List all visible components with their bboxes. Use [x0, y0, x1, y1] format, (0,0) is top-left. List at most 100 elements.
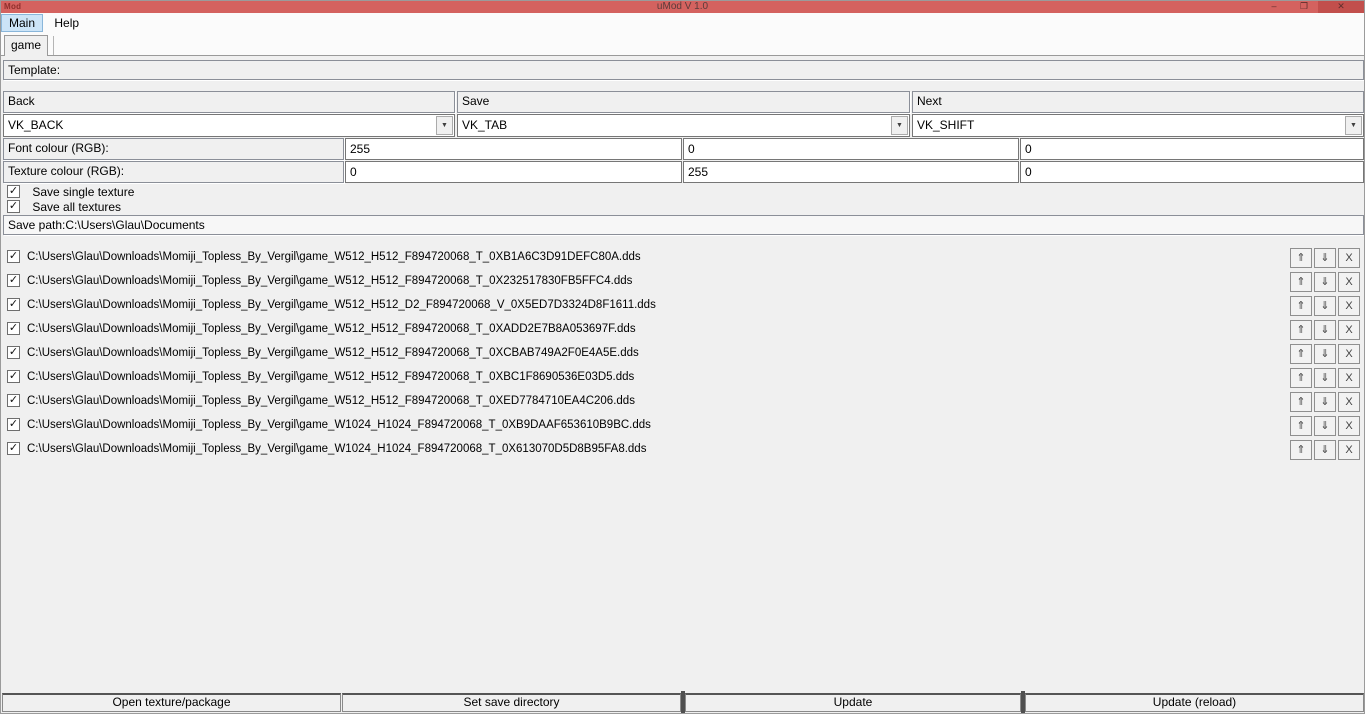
set-save-directory-button[interactable]: Set save directory	[342, 693, 681, 712]
remove-icon[interactable]: X	[1338, 368, 1360, 388]
back-key-value: VK_BACK	[8, 118, 63, 132]
open-texture-package-button[interactable]: Open texture/package	[2, 693, 341, 712]
save-key-value: VK_TAB	[462, 118, 507, 132]
remove-icon[interactable]: X	[1338, 392, 1360, 412]
font-colour-b-input[interactable]	[1020, 138, 1364, 160]
save-path-box: Save path:C:\Users\Glau\Documents	[3, 215, 1364, 235]
texture-path: C:\Users\Glau\Downloads\Momiji_Topless_B…	[27, 395, 635, 407]
texture-path: C:\Users\Glau\Downloads\Momiji_Topless_B…	[27, 323, 636, 335]
title-bar: Mod uMod V 1.0 – ❐ ✕	[1, 1, 1364, 13]
texture-path: C:\Users\Glau\Downloads\Momiji_Topless_B…	[27, 251, 641, 263]
save-single-texture-label: Save single texture	[32, 185, 134, 199]
remove-icon[interactable]: X	[1338, 248, 1360, 268]
texture-row: ✓ C:\Users\Glau\Downloads\Momiji_Topless…	[1, 390, 1364, 414]
menu-item-help[interactable]: Help	[46, 14, 87, 32]
menu-item-main[interactable]: Main	[1, 14, 43, 32]
back-key-select[interactable]: VK_BACK ▼	[3, 114, 455, 137]
move-up-icon[interactable]: ⇑	[1290, 320, 1312, 340]
checkbox-checked-icon[interactable]: ✓	[7, 442, 20, 455]
checkbox-checked-icon[interactable]: ✓	[7, 250, 20, 263]
texture-row: ✓ C:\Users\Glau\Downloads\Momiji_Topless…	[1, 318, 1364, 342]
save-all-textures-option: ✓ Save all textures	[7, 200, 121, 214]
save-single-texture-option: ✓ Save single texture	[7, 185, 134, 199]
move-down-icon[interactable]: ⇓	[1314, 296, 1336, 316]
move-up-icon[interactable]: ⇑	[1290, 248, 1312, 268]
texture-path: C:\Users\Glau\Downloads\Momiji_Topless_B…	[27, 371, 634, 383]
checkbox-checked-icon[interactable]: ✓	[7, 322, 20, 335]
texture-colour-g-input[interactable]	[683, 161, 1019, 183]
minimize-button[interactable]: –	[1260, 1, 1288, 13]
update-button[interactable]: Update	[685, 693, 1021, 712]
checkbox-checked-icon[interactable]: ✓	[7, 274, 20, 287]
tab-strip: game	[1, 33, 1364, 56]
move-up-icon[interactable]: ⇑	[1290, 392, 1312, 412]
texture-row: ✓ C:\Users\Glau\Downloads\Momiji_Topless…	[1, 342, 1364, 366]
next-key-select[interactable]: VK_SHIFT ▼	[912, 114, 1364, 137]
checkbox-checked-icon[interactable]: ✓	[7, 185, 20, 198]
menu-bar: Main Help	[1, 13, 1364, 33]
maximize-button[interactable]: ❐	[1290, 1, 1318, 13]
texture-colour-b-input[interactable]	[1020, 161, 1364, 183]
chevron-down-icon[interactable]: ▼	[1345, 116, 1362, 135]
move-up-icon[interactable]: ⇑	[1290, 416, 1312, 436]
remove-icon[interactable]: X	[1338, 344, 1360, 364]
texture-row: ✓ C:\Users\Glau\Downloads\Momiji_Topless…	[1, 294, 1364, 318]
hotkey-header-save: Save	[457, 91, 910, 113]
font-colour-g-input[interactable]	[683, 138, 1019, 160]
texture-path: C:\Users\Glau\Downloads\Momiji_Topless_B…	[27, 275, 632, 287]
texture-row: ✓ C:\Users\Glau\Downloads\Momiji_Topless…	[1, 366, 1364, 390]
tab-game[interactable]: game	[4, 35, 48, 56]
move-down-icon[interactable]: ⇓	[1314, 320, 1336, 340]
umod-window: Mod uMod V 1.0 – ❐ ✕ Main Help game Temp…	[0, 0, 1365, 714]
texture-colour-label: Texture colour (RGB):	[3, 161, 344, 183]
move-down-icon[interactable]: ⇓	[1314, 416, 1336, 436]
remove-icon[interactable]: X	[1338, 296, 1360, 316]
hotkey-header-back: Back	[3, 91, 455, 113]
checkbox-checked-icon[interactable]: ✓	[7, 370, 20, 383]
remove-icon[interactable]: X	[1338, 272, 1360, 292]
texture-list: ✓ C:\Users\Glau\Downloads\Momiji_Topless…	[1, 246, 1364, 462]
move-up-icon[interactable]: ⇑	[1290, 368, 1312, 388]
update-reload-button[interactable]: Update (reload)	[1025, 693, 1364, 712]
font-colour-r-input[interactable]	[345, 138, 682, 160]
texture-row: ✓ C:\Users\Glau\Downloads\Momiji_Topless…	[1, 270, 1364, 294]
checkbox-checked-icon[interactable]: ✓	[7, 298, 20, 311]
texture-row: ✓ C:\Users\Glau\Downloads\Momiji_Topless…	[1, 414, 1364, 438]
move-down-icon[interactable]: ⇓	[1314, 248, 1336, 268]
font-colour-label: Font colour (RGB):	[3, 138, 344, 160]
move-down-icon[interactable]: ⇓	[1314, 344, 1336, 364]
texture-path: C:\Users\Glau\Downloads\Momiji_Topless_B…	[27, 443, 646, 455]
bottom-bar: Open texture/package Set save directory …	[1, 691, 1364, 713]
texture-row: ✓ C:\Users\Glau\Downloads\Momiji_Topless…	[1, 246, 1364, 270]
template-box: Template:	[3, 60, 1364, 80]
checkbox-checked-icon[interactable]: ✓	[7, 346, 20, 359]
move-down-icon[interactable]: ⇓	[1314, 272, 1336, 292]
texture-path: C:\Users\Glau\Downloads\Momiji_Topless_B…	[27, 419, 651, 431]
save-all-textures-label: Save all textures	[32, 200, 121, 214]
texture-row: ✓ C:\Users\Glau\Downloads\Momiji_Topless…	[1, 438, 1364, 462]
checkbox-checked-icon[interactable]: ✓	[7, 418, 20, 431]
texture-path: C:\Users\Glau\Downloads\Momiji_Topless_B…	[27, 299, 656, 311]
move-up-icon[interactable]: ⇑	[1290, 344, 1312, 364]
tab-strip-divider	[53, 36, 54, 55]
chevron-down-icon[interactable]: ▼	[891, 116, 908, 135]
chevron-down-icon[interactable]: ▼	[436, 116, 453, 135]
checkbox-checked-icon[interactable]: ✓	[7, 200, 20, 213]
texture-colour-r-input[interactable]	[345, 161, 682, 183]
checkbox-checked-icon[interactable]: ✓	[7, 394, 20, 407]
move-down-icon[interactable]: ⇓	[1314, 392, 1336, 412]
close-button[interactable]: ✕	[1318, 1, 1364, 13]
remove-icon[interactable]: X	[1338, 416, 1360, 436]
window-title: uMod V 1.0	[1, 1, 1364, 13]
move-down-icon[interactable]: ⇓	[1314, 368, 1336, 388]
move-down-icon[interactable]: ⇓	[1314, 440, 1336, 460]
move-up-icon[interactable]: ⇑	[1290, 440, 1312, 460]
hotkey-header-next: Next	[912, 91, 1364, 113]
texture-path: C:\Users\Glau\Downloads\Momiji_Topless_B…	[27, 347, 639, 359]
remove-icon[interactable]: X	[1338, 320, 1360, 340]
move-up-icon[interactable]: ⇑	[1290, 272, 1312, 292]
save-key-select[interactable]: VK_TAB ▼	[457, 114, 910, 137]
move-up-icon[interactable]: ⇑	[1290, 296, 1312, 316]
next-key-value: VK_SHIFT	[917, 118, 974, 132]
remove-icon[interactable]: X	[1338, 440, 1360, 460]
